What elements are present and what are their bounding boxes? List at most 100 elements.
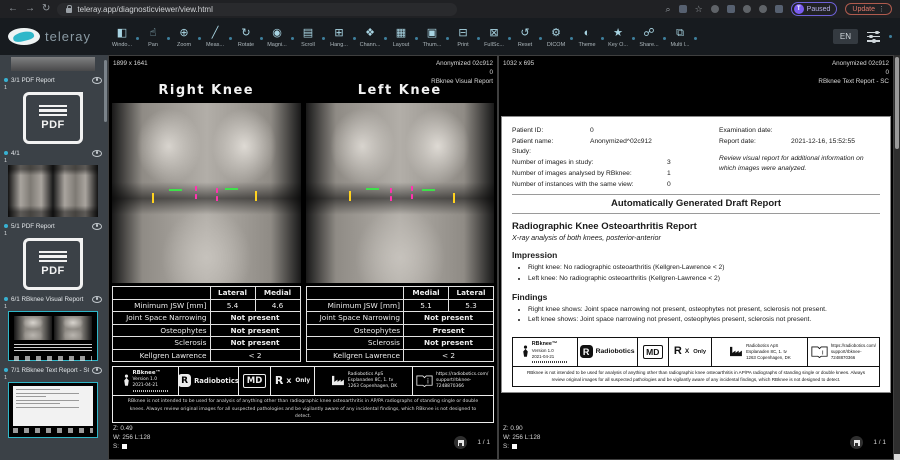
slice-indicator xyxy=(512,444,517,449)
series-number-overlay: 0 xyxy=(818,68,889,77)
tool-multilink[interactable]: ⧉Multi l... xyxy=(666,24,694,50)
visibility-icon[interactable] xyxy=(92,367,102,374)
annotation-jsw-marker xyxy=(195,186,197,199)
viewport-visual-report[interactable]: 1899 x 1641 Anonymized 02c912 0 RBknee V… xyxy=(108,55,498,460)
instances-same-view: 0 xyxy=(667,180,671,191)
svg-text:i: i xyxy=(427,378,429,386)
product-name: RBknee™ xyxy=(133,370,169,377)
language-button[interactable]: EN xyxy=(833,29,858,44)
extension-icon-3[interactable] xyxy=(743,5,751,13)
sidebar-item-pdf-report-5[interactable]: 5/1 PDF Report 1 PDF xyxy=(4,221,102,290)
window-scrollbar[interactable] xyxy=(894,55,900,460)
address-bar[interactable]: teleray.app/diagnosticviewer/view.html xyxy=(57,3,457,16)
reload-icon[interactable]: ↻ xyxy=(42,4,50,14)
tool-measure[interactable]: ╱Meas... xyxy=(201,24,229,50)
visibility-icon[interactable] xyxy=(92,223,102,230)
extension-icon-1[interactable] xyxy=(711,5,719,13)
tool-theme[interactable]: ◐Theme xyxy=(573,24,601,50)
tool-channel[interactable]: ❖Chann... xyxy=(356,24,384,50)
extension-icon-4[interactable] xyxy=(759,5,767,13)
save-button[interactable] xyxy=(454,436,467,449)
visual-report-thumbnail[interactable] xyxy=(8,311,98,361)
pdf-label: PDF xyxy=(41,265,65,277)
right-knee-title: Right Knee xyxy=(112,83,301,98)
forward-icon[interactable]: → xyxy=(25,4,35,14)
share-tab-icon[interactable] xyxy=(679,5,687,13)
mfr-street: Esplanaden 8C, 1. tv xyxy=(746,349,791,355)
tool-hanging[interactable]: ⊞Hang... xyxy=(325,24,353,50)
tool-dicom[interactable]: ⚙DICOM xyxy=(542,24,570,50)
save-button[interactable] xyxy=(850,436,863,449)
key-object-icon: ★ xyxy=(613,27,623,40)
pdf-thumbnail[interactable]: PDF xyxy=(23,92,83,144)
save-icon xyxy=(854,440,860,446)
paused-label: Paused xyxy=(807,6,831,13)
annotation-green-line xyxy=(225,188,238,190)
tool-thumbnails[interactable]: ▣Thum... xyxy=(418,24,446,50)
tool-window[interactable]: ◧Windo... xyxy=(108,24,136,50)
draft-report-title: Automatically Generated Draft Report xyxy=(512,198,880,209)
tool-layout[interactable]: ▦Layout xyxy=(387,24,415,50)
tool-pan[interactable]: ☝Pan xyxy=(139,24,167,50)
patient-name-overlay: Anonymized 02c912 xyxy=(818,59,889,68)
tool-strip: ◧Windo... ☝Pan ⊕Zoom ╱Meas... ↻Rotate ◉M… xyxy=(108,24,694,50)
left-knee-image[interactable] xyxy=(306,103,495,283)
visibility-icon[interactable] xyxy=(92,296,102,303)
dicom-corner-info: Anonymized 02c912 0 RBknee Text Report -… xyxy=(818,59,889,86)
tool-rotate[interactable]: ↻Rotate xyxy=(232,24,260,50)
thumbnails-icon: ▣ xyxy=(427,27,437,40)
viewport-text-report[interactable]: 1032 x 695 Anonymized 02c912 0 RBknee Te… xyxy=(498,55,894,460)
slice-indicator xyxy=(122,444,127,449)
tool-magnify[interactable]: ◉Magni... xyxy=(263,24,291,50)
frame-count: 1 xyxy=(4,375,102,382)
bookmark-star-icon[interactable]: ☆ xyxy=(695,5,703,14)
tool-print[interactable]: ⊟Print xyxy=(449,24,477,50)
settings-sliders-icon[interactable] xyxy=(867,32,880,42)
text-report-thumbnail[interactable] xyxy=(8,382,98,438)
series-status-dot xyxy=(4,224,8,228)
pdf-thumbnail[interactable]: PDF xyxy=(23,238,83,290)
multi-link-icon: ⧉ xyxy=(676,27,684,40)
partial-thumbnail[interactable] xyxy=(11,57,95,71)
sidebar-scrollbar[interactable] xyxy=(104,60,107,122)
sidebar-item-visual-report-6[interactable]: 6/1 RBknee Visual Report 1 xyxy=(4,294,102,361)
text-report-page[interactable]: Patient ID:0 Patient name:Anonymized^02c… xyxy=(501,116,891,393)
back-icon[interactable]: ← xyxy=(8,4,18,14)
visibility-icon[interactable] xyxy=(92,77,102,84)
puzzle-icon[interactable] xyxy=(775,5,783,13)
instructions-book-icon: i xyxy=(416,375,433,387)
url-text[interactable]: teleray.app/diagnosticviewer/view.html xyxy=(77,5,212,14)
sidebar-item-pdf-report-3[interactable]: 3/1 PDF Report 1 PDF xyxy=(4,75,102,144)
tool-share[interactable]: ☍Share... xyxy=(635,24,663,50)
sidebar-item-text-report-7[interactable]: 7/1 RBknee Text Report - SC 1 xyxy=(4,365,102,438)
rx-symbol: R xyxy=(674,346,682,357)
avatar: T xyxy=(794,4,804,14)
scrollbar-thumb[interactable] xyxy=(895,57,899,149)
extension-icon-2[interactable] xyxy=(727,5,735,13)
svg-text:i: i xyxy=(822,349,824,356)
zoom-icon: ⊕ xyxy=(179,27,188,40)
update-button[interactable]: Update ⋮ xyxy=(845,3,892,15)
profile-paused-pill[interactable]: T Paused xyxy=(791,2,838,16)
tool-fullscreen[interactable]: ⊠FullSc... xyxy=(480,24,508,50)
frame-count: 1 xyxy=(4,158,102,165)
zoom-factor: Z: 0.49 xyxy=(113,424,150,433)
chrome-menu-icon[interactable]: ⋮ xyxy=(878,5,885,13)
window-level: W: 256 L:128 xyxy=(503,433,540,442)
hanging-protocol-icon: ⊞ xyxy=(334,27,343,40)
visibility-icon[interactable] xyxy=(92,150,102,157)
tool-scroll[interactable]: ▤Scroll xyxy=(294,24,322,50)
series-description-overlay: RBknee Visual Report xyxy=(431,77,493,86)
udi-microtext xyxy=(532,361,568,363)
annotation-jsw-marker xyxy=(152,193,154,203)
annotation-green-line xyxy=(366,188,379,190)
tool-keyobject[interactable]: ★Key O... xyxy=(604,24,632,50)
support-url-1: https://radiobotics.com/ xyxy=(436,372,490,378)
search-icon[interactable]: ⌕ xyxy=(666,5,671,14)
tool-reset[interactable]: ↺Reset xyxy=(511,24,539,50)
right-knee-image[interactable] xyxy=(112,103,301,283)
xray-thumbnail[interactable] xyxy=(8,165,98,217)
tool-zoom[interactable]: ⊕Zoom xyxy=(170,24,198,50)
sidebar-item-xray-4[interactable]: 4/1 1 xyxy=(4,148,102,217)
magnify-icon: ◉ xyxy=(272,27,282,40)
